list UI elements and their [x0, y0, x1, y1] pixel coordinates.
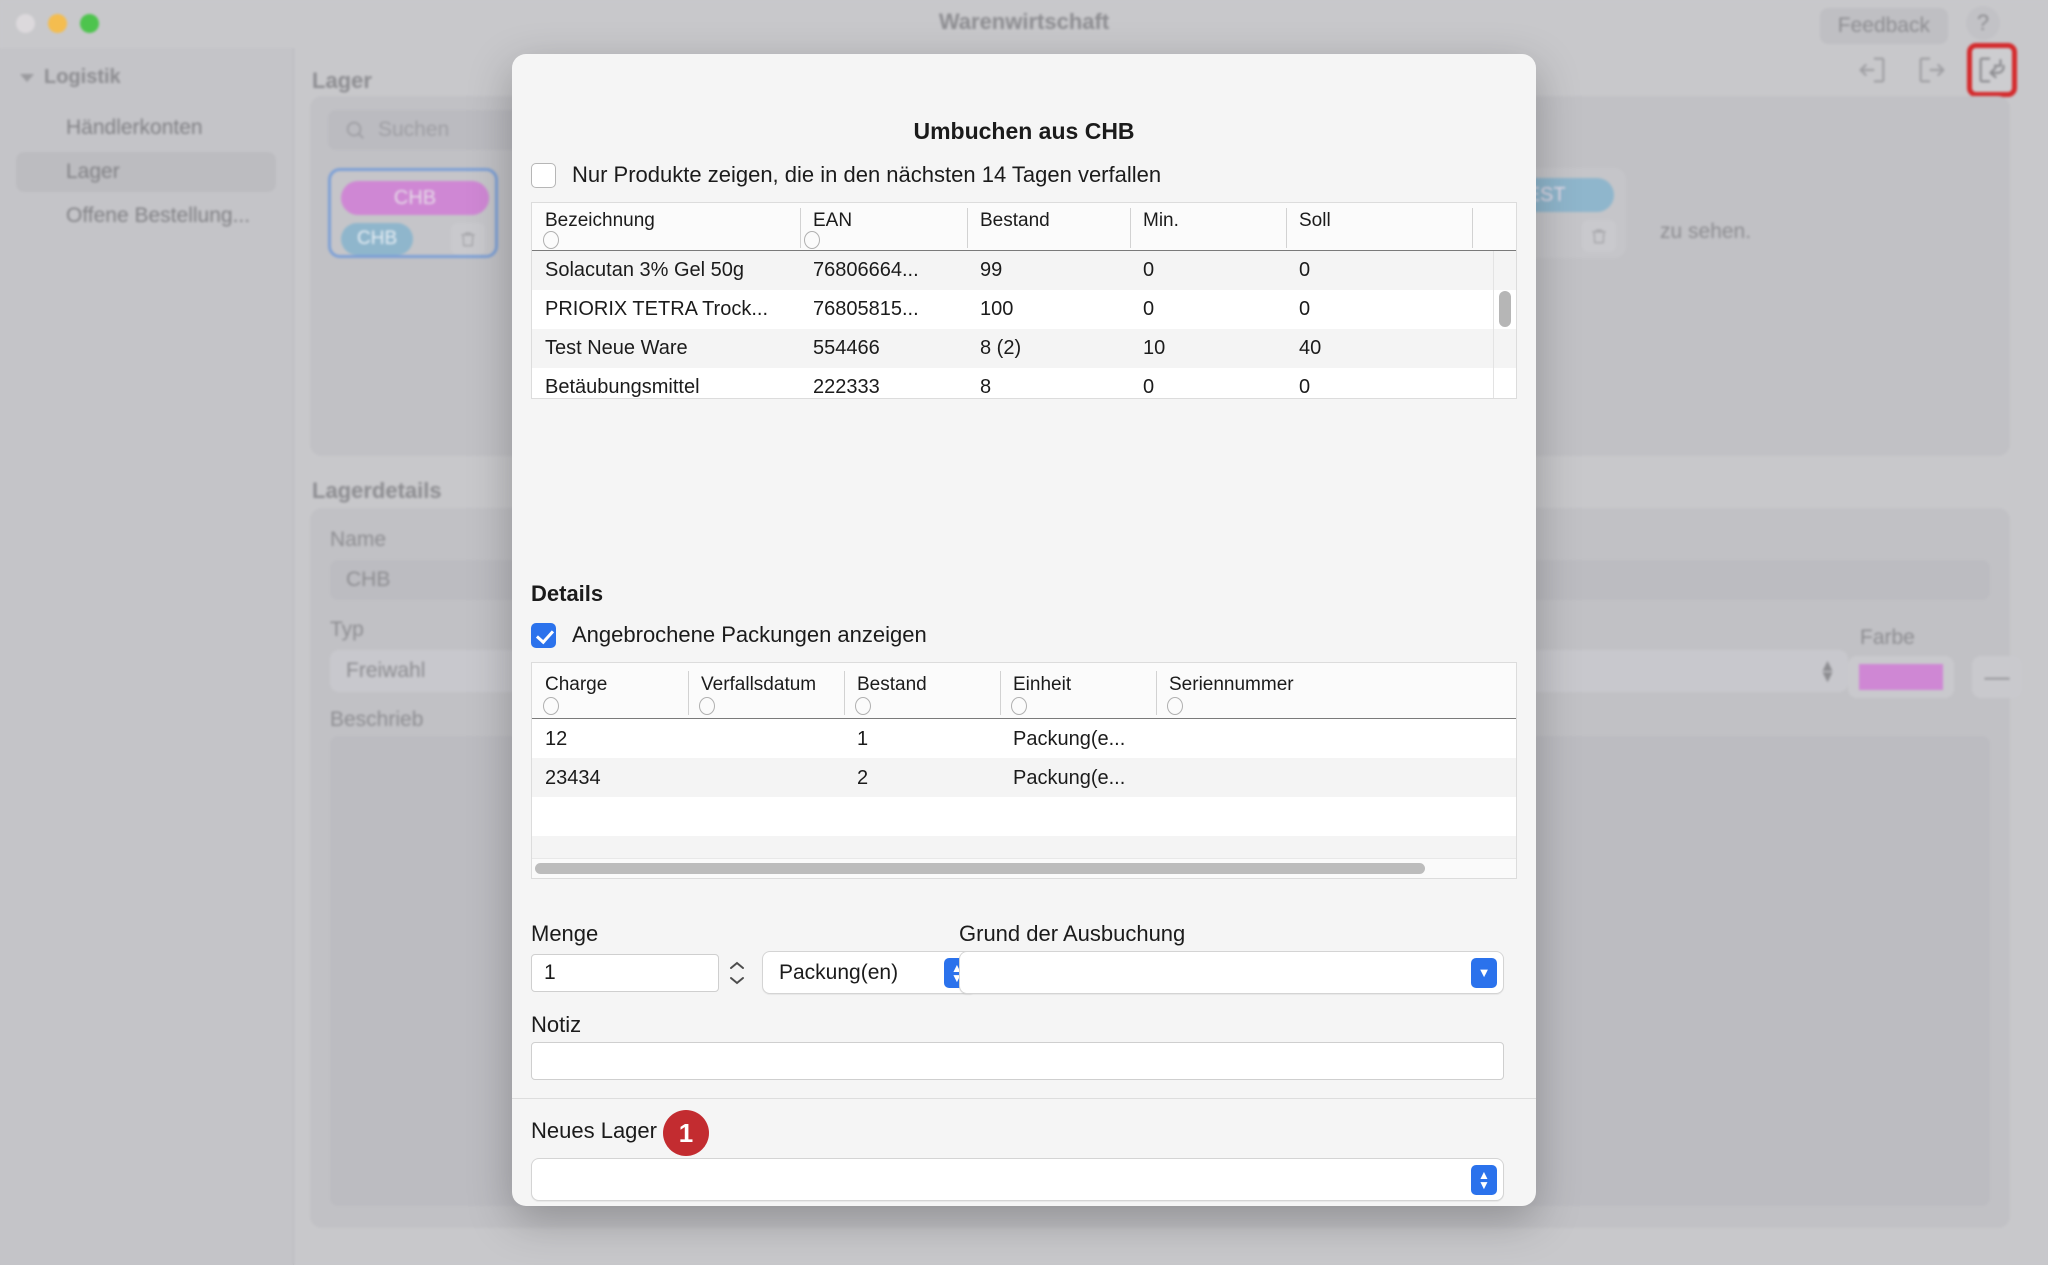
- column-filter-bezeichnung-icon[interactable]: [543, 231, 559, 249]
- cell-min: 10: [1143, 337, 1166, 359]
- cell-min: 0: [1143, 376, 1155, 398]
- column-header-bezeichnung[interactable]: Bezeichnung: [545, 210, 655, 232]
- cell-bezeichnung: Test Neue Ware: [545, 337, 688, 359]
- cell-charge: 23434: [545, 767, 601, 789]
- menge-stepper[interactable]: [725, 954, 749, 992]
- column-divider[interactable]: [844, 671, 845, 715]
- column-header-min[interactable]: Min.: [1143, 210, 1179, 232]
- angebrochene-packungen-label: Angebrochene Packungen anzeigen: [572, 622, 927, 647]
- cell-min: 0: [1143, 259, 1155, 281]
- column-filter-einheit-icon[interactable]: [1011, 697, 1027, 715]
- table-row[interactable]: Solacutan 3% Gel 50g 76806664... 99 0 0: [532, 251, 1516, 290]
- cell-bestand: 8 (2): [980, 337, 1022, 359]
- product-table-header: Bezeichnung EAN Bestand Min. Soll: [532, 203, 1516, 251]
- neues-lager-select[interactable]: ▲ ▼: [531, 1158, 1504, 1201]
- column-header-bestand[interactable]: Bestand: [857, 674, 927, 696]
- charge-table[interactable]: Charge Verfallsdatum Bestand Einheit Ser…: [531, 662, 1517, 879]
- cell-bestand: 100: [980, 298, 1014, 320]
- column-divider[interactable]: [1472, 208, 1473, 248]
- table-row[interactable]: 12 1 Packung(e...: [532, 719, 1516, 758]
- annotation-badge-1: 1: [663, 1110, 709, 1156]
- column-divider[interactable]: [967, 208, 968, 248]
- column-header-bestand[interactable]: Bestand: [980, 210, 1050, 232]
- column-header-ean[interactable]: EAN: [813, 210, 852, 232]
- product-table[interactable]: Bezeichnung EAN Bestand Min. Soll Solacu…: [531, 202, 1517, 399]
- cell-ean: 554466: [813, 337, 880, 359]
- angebrochene-packungen-checkbox[interactable]: [531, 622, 556, 648]
- grund-der-ausbuchung-label: Grund der Ausbuchung: [959, 921, 1186, 946]
- cell-ean: 76806664...: [813, 259, 919, 281]
- chevron-down-icon: [730, 977, 744, 985]
- column-divider[interactable]: [1156, 671, 1157, 715]
- cell-bestand: 1: [857, 728, 869, 750]
- cell-bezeichnung: Betäubungsmittel: [545, 376, 700, 398]
- column-divider[interactable]: [688, 671, 689, 715]
- cell-einheit: Packung(e...: [1013, 728, 1126, 750]
- notiz-input[interactable]: [531, 1042, 1504, 1080]
- notiz-label: Notiz: [531, 1012, 582, 1037]
- cell-min: 0: [1143, 298, 1155, 320]
- product-table-scrollbar[interactable]: [1498, 265, 1512, 395]
- table-row[interactable]: Betäubungsmittel 222333 8 0 0: [532, 368, 1516, 398]
- column-filter-charge-icon[interactable]: [543, 697, 559, 715]
- neues-lager-label: Neues Lager: [531, 1118, 657, 1143]
- cell-ean: 222333: [813, 376, 880, 398]
- cell-ean: 76805815...: [813, 298, 919, 320]
- table-row-empty[interactable]: [532, 797, 1516, 836]
- table-vertical-separator: [1493, 251, 1494, 398]
- column-header-verfallsdatum[interactable]: Verfallsdatum: [701, 674, 816, 696]
- scrollbar-thumb[interactable]: [1499, 291, 1511, 327]
- menge-value: 1: [544, 961, 556, 984]
- scrollbar-thumb[interactable]: [535, 863, 1425, 874]
- angebrochene-packungen-row[interactable]: Angebrochene Packungen anzeigen: [531, 622, 927, 648]
- column-header-charge[interactable]: Charge: [545, 674, 607, 696]
- unit-select[interactable]: Packung(en) ▲ ▼: [762, 951, 977, 994]
- column-divider[interactable]: [1000, 671, 1001, 715]
- modal-scrim: Umbuchen aus CHB Nur Produkte zeigen, di…: [0, 0, 2048, 1265]
- cell-bestand: 2: [857, 767, 869, 789]
- filter-expiring-checkbox[interactable]: [531, 162, 556, 188]
- charge-table-hscrollbar[interactable]: [532, 858, 1516, 878]
- column-filter-bestand-icon[interactable]: [855, 697, 871, 715]
- cell-charge: 12: [545, 728, 568, 750]
- column-header-einheit[interactable]: Einheit: [1013, 674, 1071, 696]
- table-row[interactable]: PRIORIX TETRA Trock... 76805815... 100 0…: [532, 290, 1516, 329]
- column-header-seriennummer[interactable]: Seriennummer: [1169, 674, 1294, 696]
- umbuchen-dialog: Umbuchen aus CHB Nur Produkte zeigen, di…: [512, 54, 1536, 1206]
- charge-table-header: Charge Verfallsdatum Bestand Einheit Ser…: [532, 663, 1516, 719]
- grund-der-ausbuchung-select[interactable]: ▼: [959, 951, 1504, 994]
- cell-soll: 0: [1299, 376, 1311, 398]
- chevron-down-icon[interactable]: ▼: [1471, 957, 1497, 988]
- column-filter-ean-icon[interactable]: [804, 231, 820, 249]
- column-divider[interactable]: [1286, 208, 1287, 248]
- chevron-updown-icon[interactable]: ▲ ▼: [1471, 1164, 1497, 1195]
- cell-soll: 40: [1299, 337, 1322, 359]
- column-filter-seriennummer-icon[interactable]: [1167, 697, 1183, 715]
- section-divider: [512, 1098, 1536, 1099]
- table-row[interactable]: Test Neue Ware 554466 8 (2) 10 40: [532, 329, 1516, 368]
- menge-label: Menge: [531, 921, 599, 946]
- cell-bestand: 99: [980, 259, 1003, 281]
- cell-soll: 0: [1299, 259, 1311, 281]
- column-filter-verfallsdatum-icon[interactable]: [699, 697, 715, 715]
- column-divider[interactable]: [800, 208, 801, 248]
- details-heading: Details: [531, 581, 604, 606]
- cell-bestand: 8: [980, 376, 992, 398]
- table-row[interactable]: 23434 2 Packung(e...: [532, 758, 1516, 797]
- chevron-up-icon: [730, 961, 744, 969]
- cell-bezeichnung: PRIORIX TETRA Trock...: [545, 298, 769, 320]
- dialog-title: Umbuchen aus CHB: [913, 118, 1135, 144]
- filter-expiring-label: Nur Produkte zeigen, die in den nächsten…: [572, 162, 1162, 187]
- filter-expiring-row[interactable]: Nur Produkte zeigen, die in den nächsten…: [531, 162, 1161, 188]
- column-header-soll[interactable]: Soll: [1299, 210, 1331, 232]
- unit-value: Packung(en): [779, 960, 899, 984]
- cell-einheit: Packung(e...: [1013, 767, 1126, 789]
- table-row-empty[interactable]: [532, 836, 1516, 860]
- column-divider[interactable]: [1130, 208, 1131, 248]
- cell-bezeichnung: Solacutan 3% Gel 50g: [545, 259, 745, 281]
- menge-input[interactable]: 1: [531, 954, 719, 992]
- cell-soll: 0: [1299, 298, 1311, 320]
